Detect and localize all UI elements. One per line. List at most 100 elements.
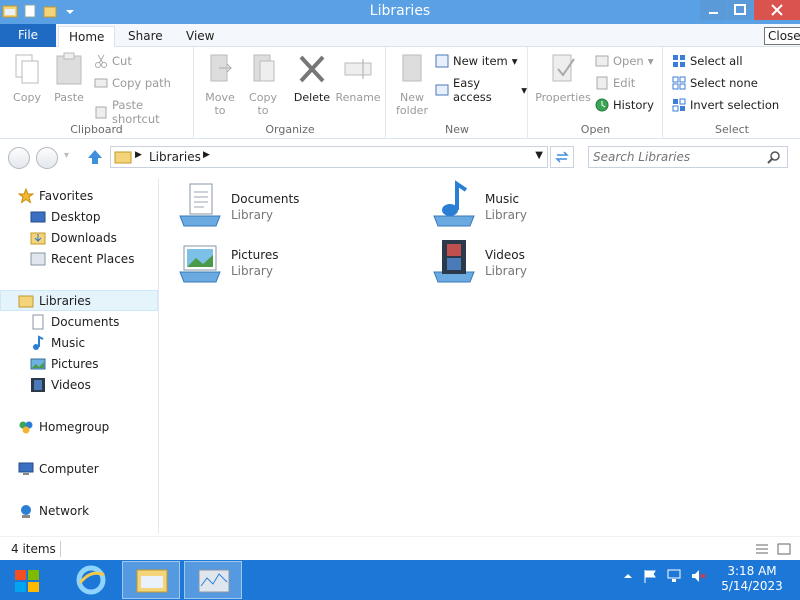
breadcrumb-libraries[interactable]: Libraries — [149, 150, 201, 164]
address-box[interactable]: ▶ Libraries ▶ ▼ — [110, 146, 548, 168]
pictures-library-icon — [176, 236, 224, 284]
open-button[interactable]: Open ▾ — [595, 54, 654, 68]
new-folder-button[interactable]: New folder — [393, 51, 431, 117]
properties-button[interactable]: Properties — [535, 51, 591, 104]
address-history-dropdown-icon[interactable]: ▼ — [535, 150, 543, 161]
nav-recent-places[interactable]: Recent Places — [0, 248, 158, 269]
easy-access-button[interactable]: Easy access ▾ — [435, 76, 527, 104]
library-tile-videos[interactable]: Videos Library — [414, 234, 664, 284]
nav-libraries[interactable]: Libraries — [0, 290, 158, 311]
rename-label: Rename — [335, 91, 381, 104]
breadcrumb-separator-icon[interactable]: ▶ — [135, 150, 142, 160]
paste-button[interactable]: Paste — [50, 51, 88, 104]
copy-button[interactable]: Copy — [8, 51, 46, 104]
delete-button[interactable]: Delete — [292, 51, 332, 104]
paste-label: Paste — [54, 91, 84, 104]
music-library-icon — [430, 180, 478, 228]
action-center-flag-icon[interactable] — [642, 568, 658, 584]
nav-downloads[interactable]: Downloads — [0, 227, 158, 248]
copy-to-label-1: Copy — [249, 91, 277, 104]
invert-selection-label: Invert selection — [690, 98, 780, 112]
show-hidden-icons-icon[interactable] — [620, 568, 636, 584]
taskbar-clock[interactable]: 3:18 AM 5/14/2023 — [712, 564, 792, 594]
clock-time: 3:18 AM — [727, 564, 777, 578]
rename-button[interactable]: Rename — [335, 51, 381, 104]
cut-button[interactable]: Cut — [94, 54, 132, 68]
open-group: Properties Open ▾ Edit History Open — [529, 47, 663, 139]
invert-selection-button[interactable]: Invert selection — [672, 98, 779, 112]
nav-homegroup[interactable]: Homegroup — [0, 416, 158, 437]
nav-favorites[interactable]: Favorites — [0, 185, 158, 206]
volume-muted-icon[interactable] — [690, 568, 706, 584]
close-button[interactable] — [754, 0, 800, 20]
library-tile-music[interactable]: Music Library — [414, 178, 664, 228]
delete-x-icon — [297, 51, 327, 87]
forward-button[interactable] — [36, 147, 58, 169]
large-icons-view-icon[interactable] — [776, 542, 792, 559]
item-count: 4 items — [11, 542, 56, 556]
new-item-icon — [435, 54, 449, 68]
new-item-button[interactable]: New item ▾ — [435, 54, 518, 68]
breadcrumb-chevron-icon[interactable]: ▶ — [203, 150, 210, 160]
music-note-icon — [30, 334, 46, 351]
library-type: Library — [485, 264, 527, 278]
open-icon — [595, 54, 609, 68]
library-tile-pictures[interactable]: Pictures Library — [160, 234, 410, 284]
network-tray-icon[interactable] — [666, 568, 682, 584]
details-view-icon[interactable] — [754, 542, 770, 559]
tab-share[interactable]: Share — [118, 26, 173, 47]
pictures-icon — [30, 356, 46, 372]
select-all-button[interactable]: Select all — [672, 54, 743, 68]
new-item-label: New item — [453, 54, 508, 68]
move-to-label-2: to — [214, 104, 226, 117]
clipboard-group: Copy Paste Cut Copy path Paste shortcut … — [0, 47, 194, 139]
history-icon — [595, 98, 609, 112]
refresh-button[interactable] — [550, 146, 574, 168]
search-icon[interactable] — [767, 150, 781, 167]
tab-home[interactable]: Home — [58, 26, 116, 48]
copy-to-label-2: to — [257, 104, 269, 117]
internet-explorer-taskbar-button[interactable] — [62, 561, 120, 599]
copy-icon — [12, 51, 42, 87]
nav-network[interactable]: Network — [0, 500, 158, 521]
back-button[interactable] — [8, 147, 30, 169]
select-none-label: Select none — [690, 76, 758, 90]
maximize-button[interactable] — [727, 0, 753, 20]
clipboard-group-label: Clipboard — [70, 123, 123, 136]
performance-monitor-taskbar-button[interactable] — [184, 561, 242, 599]
history-button[interactable]: History — [595, 98, 654, 112]
nav-music-label: Music — [51, 335, 86, 350]
nav-pictures[interactable]: Pictures — [0, 353, 158, 374]
minimize-button[interactable] — [700, 0, 726, 20]
select-group: Select all Select none Invert selection … — [664, 47, 800, 139]
library-tile-documents[interactable]: Documents Library — [160, 178, 410, 228]
copy-to-button[interactable]: Copy to — [245, 51, 281, 117]
nav-videos[interactable]: Videos — [0, 374, 158, 395]
search-input[interactable] — [593, 149, 761, 165]
content-pane: Documents Library Music Library Pictures… — [160, 178, 800, 534]
start-button[interactable] — [5, 564, 51, 597]
edit-button[interactable]: Edit — [595, 76, 635, 90]
nav-music[interactable]: Music — [0, 332, 158, 353]
up-arrow-icon[interactable] — [86, 148, 104, 169]
search-box[interactable] — [588, 146, 788, 168]
nav-desktop-label: Desktop — [51, 209, 101, 224]
nav-documents[interactable]: Documents — [0, 311, 158, 332]
properties-label: Properties — [535, 91, 591, 104]
nav-computer[interactable]: Computer — [0, 458, 158, 479]
nav-desktop[interactable]: Desktop — [0, 206, 158, 227]
downloads-icon — [30, 230, 46, 246]
file-explorer-taskbar-button[interactable] — [122, 561, 180, 599]
nav-pictures-label: Pictures — [51, 356, 99, 371]
rename-icon — [343, 51, 373, 87]
copy-path-button[interactable]: Copy path — [94, 76, 171, 90]
paste-shortcut-button[interactable]: Paste shortcut — [94, 98, 193, 126]
recent-locations-dropdown-icon[interactable]: ▾ — [64, 150, 69, 161]
select-none-button[interactable]: Select none — [672, 76, 758, 90]
tab-file[interactable]: File — [0, 24, 56, 47]
move-to-button[interactable]: Move to — [202, 51, 238, 117]
new-item-dropdown-icon: ▾ — [511, 54, 518, 68]
library-name: Music — [485, 192, 520, 206]
tab-view[interactable]: View — [176, 26, 224, 47]
status-bar: 4 items — [0, 536, 800, 560]
